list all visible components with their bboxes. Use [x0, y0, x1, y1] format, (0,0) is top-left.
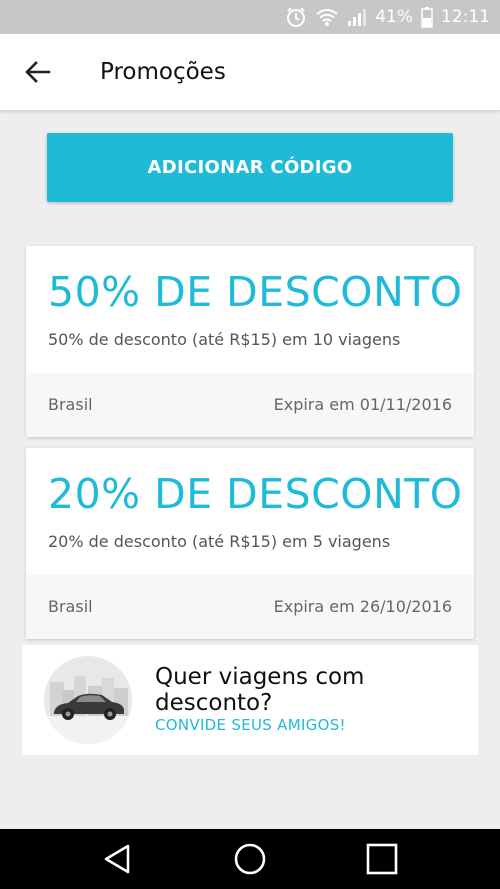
promo-amount: 20% DE DESCONTO [48, 470, 463, 518]
promo-footer: Brasil Expira em 26/10/2016 [26, 575, 474, 639]
invite-cta-link[interactable]: CONVIDE SEUS AMIGOS! [155, 716, 346, 734]
app-bar: Promoções [0, 34, 500, 110]
home-circle-icon[interactable] [232, 841, 268, 877]
invite-title: Quer viagens com desconto? [155, 664, 364, 716]
promo-description: 20% de desconto (até R$15) em 5 viagens [48, 532, 391, 551]
invite-friends-card[interactable]: Quer viagens com desconto? CONVIDE SEUS … [22, 645, 478, 755]
arrow-left-icon [25, 61, 51, 83]
status-icons: 41% 12:11 [285, 0, 490, 34]
battery-icon [421, 6, 433, 28]
system-nav-bar [0, 829, 500, 889]
car-city-illustration [44, 656, 132, 744]
recents-square-icon[interactable] [364, 841, 400, 877]
battery-percent: 41% [375, 7, 413, 27]
add-code-button[interactable]: ADICIONAR CÓDIGO [47, 133, 453, 202]
promo-card[interactable]: 50% DE DESCONTO 50% de desconto (até R$1… [26, 246, 474, 437]
promo-region: Brasil [48, 395, 93, 414]
promo-card[interactable]: 20% DE DESCONTO 20% de desconto (até R$1… [26, 448, 474, 639]
signal-icon [347, 7, 367, 27]
invite-title-line1: Quer viagens com [155, 664, 365, 690]
invite-title-line2: desconto? [155, 690, 273, 716]
wifi-icon [315, 7, 339, 27]
clock-time: 12:11 [441, 7, 490, 27]
promo-amount: 50% DE DESCONTO [48, 268, 463, 316]
status-bar: 41% 12:11 [0, 0, 500, 34]
promo-description: 50% de desconto (até R$15) em 10 viagens [48, 330, 401, 349]
promo-region: Brasil [48, 597, 93, 616]
alarm-icon [285, 6, 307, 28]
back-button[interactable] [22, 56, 54, 88]
page-title: Promoções [100, 59, 226, 85]
back-triangle-icon[interactable] [100, 841, 136, 877]
promo-footer: Brasil Expira em 01/11/2016 [26, 373, 474, 437]
promo-expiry: Expira em 26/10/2016 [273, 597, 452, 616]
promo-expiry: Expira em 01/11/2016 [273, 395, 452, 414]
